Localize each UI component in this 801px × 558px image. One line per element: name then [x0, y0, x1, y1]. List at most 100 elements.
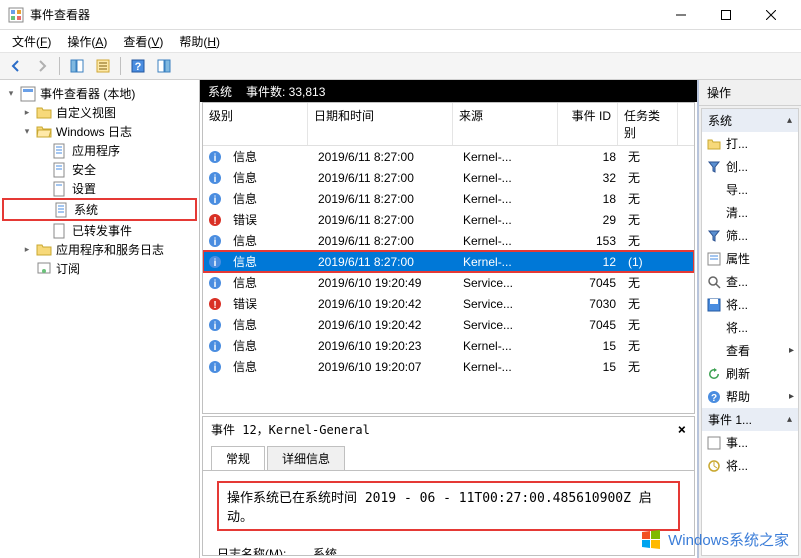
tree-security[interactable]: 安全 [2, 160, 197, 179]
tree-app-service-logs[interactable]: ▸ 应用程序和服务日志 [2, 240, 197, 259]
detail-header: 事件 12，Kernel-General × [203, 417, 694, 442]
tree-application[interactable]: 应用程序 [2, 141, 197, 160]
table-row[interactable]: !错误2019/6/11 8:27:00Kernel-...29无 [203, 209, 694, 230]
svg-text:i: i [214, 153, 217, 164]
minimize-button[interactable] [658, 1, 703, 29]
tab-general[interactable]: 常规 [211, 446, 265, 470]
table-row[interactable]: i信息2019/6/11 8:27:00Kernel-...12(1) [203, 251, 694, 272]
expand-icon[interactable]: ▸ [20, 243, 34, 257]
action-help[interactable]: ?帮助▸ [702, 385, 798, 408]
chevron-up-icon[interactable]: ▴ [787, 414, 792, 425]
table-row[interactable]: i信息2019/6/11 8:27:00Kernel-...18无 [203, 188, 694, 209]
cell-datetime: 2019/6/11 8:27:00 [312, 253, 457, 271]
info-icon: i [207, 149, 223, 165]
forward-button[interactable] [30, 55, 54, 77]
cell-level: 信息 [227, 188, 312, 209]
table-row[interactable]: i信息2019/6/11 8:27:00Kernel-...18无 [203, 146, 694, 167]
cell-level: 信息 [227, 230, 312, 251]
cell-datetime: 2019/6/10 19:20:07 [312, 358, 457, 376]
action-open[interactable]: 打... [702, 132, 798, 155]
titlebar: 事件查看器 [0, 0, 801, 30]
tree-root[interactable]: ▾ 事件查看器 (本地) [2, 84, 197, 103]
action-find[interactable]: 查... [702, 270, 798, 293]
table-row[interactable]: !错误2019/6/10 19:20:42Service...7030无 [203, 293, 694, 314]
detail-close-button[interactable]: × [678, 422, 686, 438]
col-category[interactable]: 任务类别 [618, 103, 678, 145]
actions-body[interactable]: 系统 ▴ 打... 创... 导... 清... 筛... 属性 查... 将.… [701, 108, 799, 556]
action-save[interactable]: 将... [702, 293, 798, 316]
col-datetime[interactable]: 日期和时间 [308, 103, 453, 145]
help-button[interactable]: ? [126, 55, 150, 77]
expand-icon[interactable]: ▸ [20, 106, 34, 120]
cell-source: Service... [457, 295, 562, 313]
tree-windows-logs[interactable]: ▾ Windows 日志 [2, 122, 197, 141]
detail-logname: 日志名称(M): 系统 [217, 545, 680, 555]
menu-view[interactable]: 查看(V) [117, 31, 169, 52]
cell-eventid: 15 [562, 358, 622, 376]
expand-icon[interactable]: ▾ [4, 87, 18, 101]
svg-text:?: ? [711, 393, 717, 404]
action-properties[interactable]: 属性 [702, 247, 798, 270]
folder-icon [36, 242, 52, 258]
action-filter[interactable]: 筛... [702, 224, 798, 247]
menu-action[interactable]: 操作(A) [61, 31, 113, 52]
tree-panel[interactable]: ▾ 事件查看器 (本地) ▸ 自定义视图 ▾ Windows 日志 应用程序 安… [0, 80, 200, 558]
info-icon: i [207, 275, 223, 291]
action-pane-button[interactable] [152, 55, 176, 77]
import-icon [706, 182, 722, 198]
action-view[interactable]: 查看▸ [702, 339, 798, 362]
tree-subscriptions[interactable]: 订阅 [2, 259, 197, 278]
table-row[interactable]: i信息2019/6/10 19:20:07Kernel-...15无 [203, 356, 694, 377]
action-attach[interactable]: 将... [702, 316, 798, 339]
menu-file[interactable]: 文件(F) [6, 31, 57, 52]
action-event-attach[interactable]: 将... [702, 454, 798, 477]
cell-eventid: 29 [562, 211, 622, 229]
properties-button[interactable] [91, 55, 115, 77]
watermark: Windows系统之家 [640, 528, 789, 550]
action-refresh[interactable]: 刷新 [702, 362, 798, 385]
tree-label: 自定义视图 [56, 104, 116, 121]
table-row[interactable]: i信息2019/6/10 19:20:42Service...7045无 [203, 314, 694, 335]
folder-icon [36, 105, 52, 121]
cell-level: 信息 [227, 146, 312, 167]
action-create[interactable]: 创... [702, 155, 798, 178]
tree-forwarded[interactable]: 已转发事件 [2, 221, 197, 240]
collapse-icon[interactable]: ▾ [20, 125, 34, 139]
tab-details[interactable]: 详细信息 [267, 446, 345, 470]
show-tree-button[interactable] [65, 55, 89, 77]
save-icon [706, 297, 722, 313]
cell-category: 无 [622, 209, 682, 230]
menu-help[interactable]: 帮助(H) [173, 31, 226, 52]
svg-text:?: ? [135, 61, 142, 73]
col-level[interactable]: 级别 [203, 103, 308, 145]
chevron-up-icon[interactable]: ▴ [787, 115, 792, 126]
tree-setup[interactable]: 设置 [2, 179, 197, 198]
tree-system[interactable]: 系统 [2, 198, 197, 221]
cell-datetime: 2019/6/10 19:20:23 [312, 337, 457, 355]
table-row[interactable]: i信息2019/6/10 19:20:23Kernel-...15无 [203, 335, 694, 356]
action-event-properties[interactable]: 事... [702, 431, 798, 454]
action-clear[interactable]: 清... [702, 201, 798, 224]
svg-text:i: i [214, 237, 217, 248]
cell-level: 信息 [227, 272, 312, 293]
maximize-button[interactable] [703, 1, 748, 29]
cell-source: Kernel-... [457, 358, 562, 376]
back-button[interactable] [4, 55, 28, 77]
col-source[interactable]: 来源 [453, 103, 558, 145]
cell-source: Kernel-... [457, 253, 562, 271]
close-button[interactable] [748, 1, 793, 29]
table-row[interactable]: i信息2019/6/10 19:20:49Service...7045无 [203, 272, 694, 293]
event-grid[interactable]: 级别 日期和时间 来源 事件 ID 任务类别 i信息2019/6/11 8:27… [202, 102, 695, 414]
col-eventid[interactable]: 事件 ID [558, 103, 618, 145]
cell-category: 无 [622, 293, 682, 314]
action-import[interactable]: 导... [702, 178, 798, 201]
info-icon: i [207, 254, 223, 270]
event-count: 事件数: 33,813 [246, 83, 325, 100]
tree-custom-views[interactable]: ▸ 自定义视图 [2, 103, 197, 122]
table-row[interactable]: i信息2019/6/11 8:27:00Kernel-...153无 [203, 230, 694, 251]
filter-icon [706, 228, 722, 244]
cell-category: 无 [622, 230, 682, 251]
windows-logo-icon [640, 528, 662, 550]
svg-text:i: i [214, 279, 217, 290]
table-row[interactable]: i信息2019/6/11 8:27:00Kernel-...32无 [203, 167, 694, 188]
